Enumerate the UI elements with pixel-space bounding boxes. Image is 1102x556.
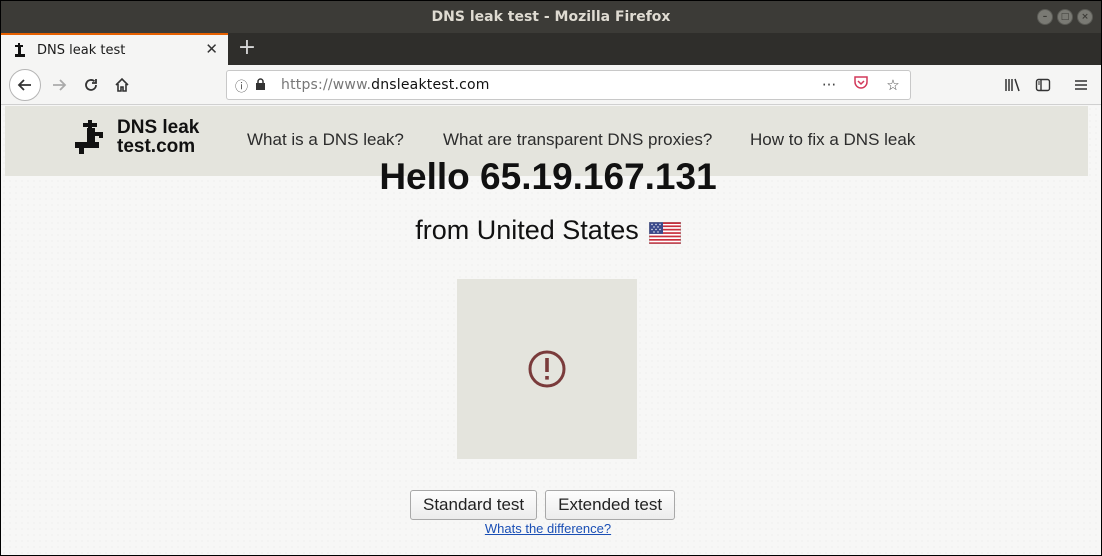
url-text[interactable]: https://www.dnsleaktest.com bbox=[281, 77, 490, 93]
url-bar[interactable]: ⓘ https://www.dnsleaktest.com ··· ☆ bbox=[226, 70, 911, 100]
pocket-icon[interactable] bbox=[850, 74, 872, 96]
test-buttons: Standard test Extended test bbox=[410, 490, 676, 520]
faucet-favicon-icon bbox=[13, 42, 29, 58]
close-window-button[interactable]: × bbox=[1077, 9, 1093, 25]
page-actions-icon[interactable]: ··· bbox=[818, 74, 840, 96]
page-content: DNS leak test.com What is a DNS leak? Wh… bbox=[1, 106, 1101, 555]
whats-the-difference-link[interactable]: Whats the difference? bbox=[1, 521, 1095, 536]
home-button[interactable] bbox=[108, 71, 136, 99]
us-flag-icon bbox=[648, 220, 682, 244]
title-bar: DNS leak test - Mozilla Firefox – □ × bbox=[1, 1, 1101, 33]
standard-test-button[interactable]: Standard test bbox=[410, 490, 538, 520]
window-title: DNS leak test - Mozilla Firefox bbox=[431, 9, 671, 25]
minimize-button[interactable]: – bbox=[1037, 9, 1053, 25]
location-text: from United States bbox=[415, 215, 639, 245]
back-arrow-icon bbox=[17, 79, 31, 91]
forward-button[interactable] bbox=[45, 71, 73, 99]
maximize-button[interactable]: □ bbox=[1057, 9, 1073, 25]
tab-strip: DNS leak test ✕ + bbox=[1, 33, 1101, 65]
status-panel bbox=[457, 279, 637, 459]
exclamation-circle-icon bbox=[528, 350, 566, 388]
hello-ip-heading: Hello 65.19.167.131 bbox=[379, 156, 717, 197]
logo-line2: test.com bbox=[117, 136, 196, 157]
location-line: from United States bbox=[1, 215, 1095, 246]
faucet-logo-icon bbox=[75, 120, 103, 154]
bookmark-star-icon[interactable]: ☆ bbox=[882, 74, 904, 96]
tab-dns-leak-test[interactable]: DNS leak test ✕ bbox=[1, 33, 228, 65]
library-icon bbox=[1005, 78, 1020, 92]
sidebar-icon bbox=[1035, 78, 1051, 92]
new-tab-button[interactable]: + bbox=[234, 35, 260, 61]
lock-icon[interactable] bbox=[255, 77, 273, 93]
url-host: dnsleaktest.com bbox=[371, 77, 490, 93]
forward-arrow-icon bbox=[53, 79, 67, 91]
nav-link-transparent-dns-proxies[interactable]: What are transparent DNS proxies? bbox=[443, 130, 712, 150]
hamburger-icon bbox=[1075, 80, 1087, 90]
info-icon[interactable]: ⓘ bbox=[235, 76, 255, 95]
url-scheme: https://www. bbox=[281, 77, 372, 93]
site-logo[interactable]: DNS leak test.com bbox=[73, 118, 199, 156]
nav-link-how-to-fix[interactable]: How to fix a DNS leak bbox=[750, 130, 915, 150]
tab-label: DNS leak test bbox=[37, 42, 126, 58]
home-icon bbox=[115, 77, 129, 92]
browser-window: DNS leak test - Mozilla Firefox – □ × DN… bbox=[1, 1, 1101, 555]
logo-text: DNS leak test.com bbox=[117, 118, 199, 156]
back-button[interactable] bbox=[9, 69, 41, 101]
menu-button[interactable] bbox=[1067, 71, 1095, 99]
extended-test-button[interactable]: Extended test bbox=[545, 490, 676, 520]
window-controls: – □ × bbox=[1037, 9, 1093, 25]
reload-button[interactable] bbox=[77, 71, 105, 99]
nav-link-what-is-dns-leak[interactable]: What is a DNS leak? bbox=[247, 130, 404, 150]
reload-icon bbox=[85, 79, 97, 91]
tab-close-icon[interactable]: ✕ bbox=[205, 40, 218, 58]
logo-line1: DNS leak bbox=[117, 117, 200, 138]
url-actions: ··· ☆ bbox=[818, 74, 904, 96]
sidebar-button[interactable] bbox=[1029, 71, 1057, 99]
navigation-toolbar: ⓘ https://www.dnsleaktest.com ··· ☆ bbox=[1, 65, 1101, 105]
library-button[interactable] bbox=[999, 71, 1027, 99]
